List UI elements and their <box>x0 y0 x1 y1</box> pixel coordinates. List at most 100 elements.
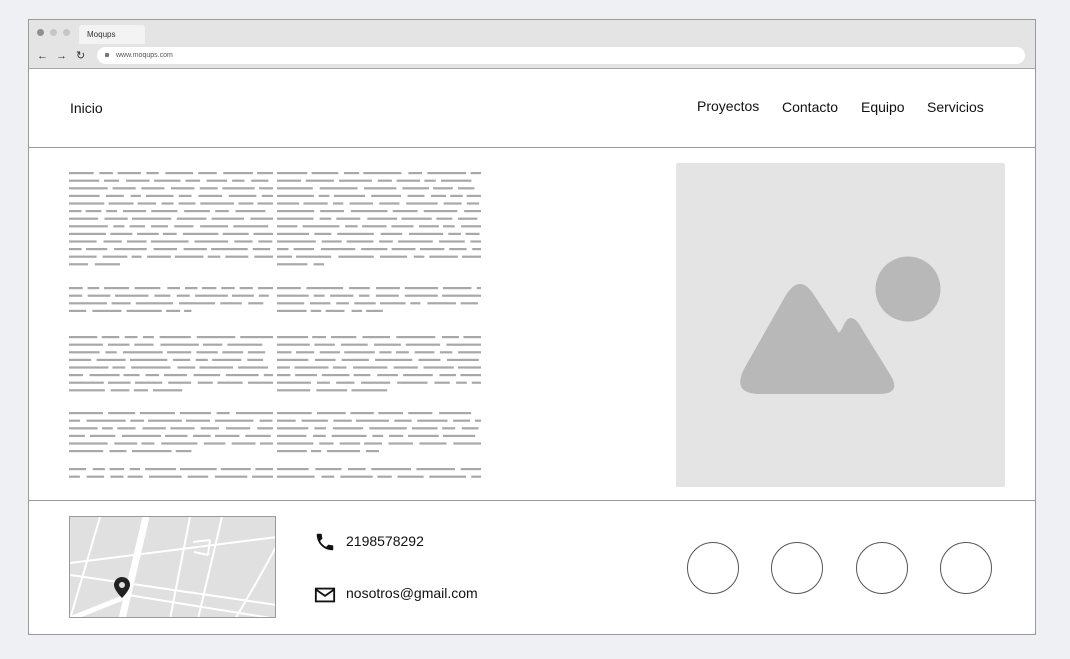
social-circle-2[interactable] <box>771 542 823 594</box>
placeholder-word <box>423 366 454 369</box>
forward-icon[interactable]: → <box>56 49 67 63</box>
close-dot-icon[interactable] <box>37 29 44 36</box>
placeholder-word <box>212 358 242 361</box>
back-icon[interactable]: ← <box>37 49 48 63</box>
social-circle-4[interactable] <box>940 542 992 594</box>
placeholder-word <box>200 202 234 205</box>
nav-equipo[interactable]: Equipo <box>861 99 905 115</box>
placeholder-word <box>311 172 339 175</box>
placeholder-word <box>318 194 330 197</box>
placeholder-word <box>167 287 180 290</box>
placeholder-word <box>439 412 472 415</box>
map-thumbnail[interactable] <box>69 516 276 618</box>
placeholder-word <box>203 442 226 445</box>
placeholder-word <box>198 172 217 175</box>
placeholder-word <box>331 336 357 339</box>
placeholder-word <box>99 172 113 175</box>
placeholder-word <box>375 358 413 361</box>
social-circle-3[interactable] <box>856 542 908 594</box>
placeholder-word <box>102 427 113 430</box>
placeholder-word <box>442 294 481 297</box>
placeholder-word <box>259 187 273 190</box>
maximize-dot-icon[interactable] <box>63 29 70 36</box>
address-bar[interactable]: www.moqups.com <box>97 47 1025 64</box>
placeholder-word <box>115 294 149 297</box>
placeholder-word <box>105 194 124 197</box>
placeholder-word <box>339 179 372 182</box>
placeholder-word <box>117 427 136 430</box>
placeholder-word <box>397 381 428 384</box>
placeholder-word <box>277 427 309 430</box>
placeholder-word <box>126 309 162 312</box>
placeholder-word <box>139 412 175 415</box>
placeholder-word <box>161 202 174 205</box>
placeholder-word <box>409 232 444 235</box>
nav-contacto[interactable]: Contacto <box>782 99 838 115</box>
placeholder-word <box>222 232 249 235</box>
placeholder-word <box>471 381 481 384</box>
nav-inicio[interactable]: Inicio <box>70 100 103 116</box>
placeholder-word <box>220 302 242 305</box>
placeholder-word <box>69 179 100 182</box>
placeholder-word <box>69 225 108 228</box>
placeholder-word <box>141 442 155 445</box>
browser-chrome: Moqups ← → ↻ www.moqups.com <box>29 20 1035 69</box>
placeholder-word <box>424 179 436 182</box>
placeholder-word <box>378 412 403 415</box>
placeholder-word <box>396 351 409 354</box>
placeholder-word <box>349 202 373 205</box>
reload-icon[interactable]: ↻ <box>76 49 85 63</box>
placeholder-word <box>393 366 418 369</box>
placeholder-word <box>457 217 478 220</box>
placeholder-word <box>104 287 129 290</box>
placeholder-word <box>319 442 334 445</box>
placeholder-word <box>223 172 253 175</box>
placeholder-word <box>129 468 140 471</box>
placeholder-word <box>377 179 392 182</box>
placeholder-word <box>69 248 82 251</box>
placeholder-word <box>411 427 438 430</box>
email-address[interactable]: nosotros@gmail.com <box>346 585 478 601</box>
placeholder-word <box>461 225 481 228</box>
placeholder-word <box>354 302 376 305</box>
placeholder-word <box>405 343 441 346</box>
placeholder-word <box>69 366 109 369</box>
site-header: Inicio Proyectos Contacto Equipo Servici… <box>29 68 1035 148</box>
placeholder-word <box>315 358 336 361</box>
placeholder-word <box>194 240 229 243</box>
social-circle-1[interactable] <box>687 542 739 594</box>
placeholder-word <box>310 309 322 312</box>
placeholder-word <box>147 255 171 258</box>
nav-proyectos[interactable]: Proyectos <box>697 98 759 114</box>
browser-tab[interactable]: Moqups <box>79 25 145 44</box>
placeholder-word <box>321 475 335 478</box>
placeholder-word <box>122 210 147 213</box>
placeholder-word <box>102 255 128 258</box>
nav-servicios[interactable]: Servicios <box>927 99 984 115</box>
placeholder-word <box>231 442 256 445</box>
placeholder-word <box>427 172 467 175</box>
mail-icon <box>314 587 336 603</box>
placeholder-word <box>313 434 326 437</box>
placeholder-word <box>92 468 105 471</box>
placeholder-word <box>369 427 407 430</box>
placeholder-word <box>392 210 418 213</box>
placeholder-word <box>408 412 433 415</box>
phone-number[interactable]: 2198578292 <box>346 533 424 549</box>
placeholder-word <box>294 366 329 369</box>
placeholder-word <box>132 217 172 220</box>
minimize-dot-icon[interactable] <box>50 29 57 36</box>
placeholder-word <box>132 450 172 453</box>
placeholder-word <box>470 172 481 175</box>
placeholder-word <box>69 381 104 384</box>
placeholder-word <box>460 374 481 377</box>
placeholder-word <box>453 419 471 422</box>
placeholder-word <box>346 240 374 243</box>
placeholder-word <box>69 287 83 290</box>
placeholder-word <box>302 225 340 228</box>
placeholder-word <box>453 442 481 445</box>
placeholder-word <box>389 434 404 437</box>
placeholder-word <box>376 287 400 290</box>
mountain-image-icon <box>740 256 941 394</box>
placeholder-word <box>293 248 314 251</box>
